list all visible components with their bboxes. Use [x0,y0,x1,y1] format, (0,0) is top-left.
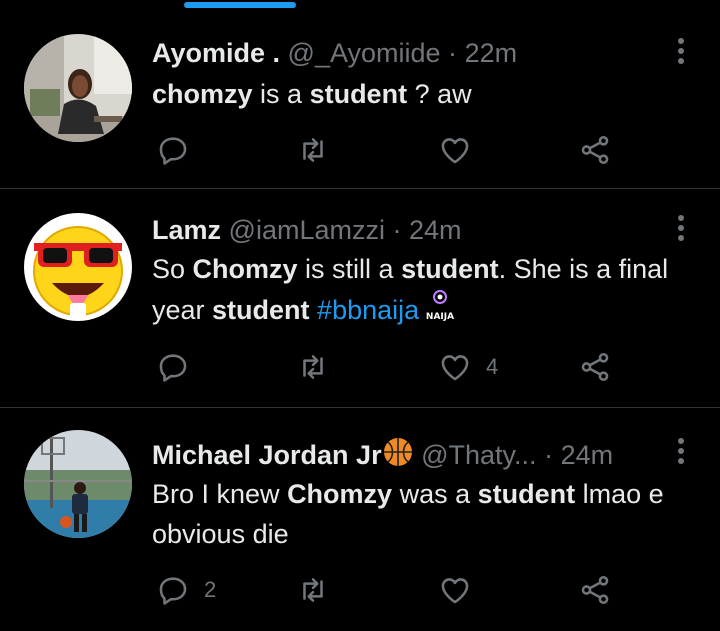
tweet-text: So Chomzy is still a student. She is a f… [152,249,697,330]
hashtag-link[interactable]: #bbnaija [317,295,419,325]
reply-button[interactable]: 2 [156,570,216,610]
like-button[interactable] [438,130,486,170]
retweet-button[interactable] [296,347,330,387]
tweet-actions: 4 [152,347,622,387]
reply-button[interactable] [156,347,204,387]
share-icon [581,575,609,605]
user-handle[interactable]: @Thaty... [421,440,536,470]
avatar[interactable] [24,213,132,321]
reply-icon [159,354,187,382]
separator-dot: · [448,38,458,68]
retweet-icon [303,578,323,602]
share-button[interactable] [578,347,612,387]
share-button[interactable] [578,130,612,170]
tweet-header: Ayomide . @_Ayomiide · 22m [152,36,517,70]
bold-word: student [212,295,310,325]
bold-word: student [401,254,499,284]
tweet-text: Bro I knew Chomzy was a student lmao e o… [152,474,697,554]
share-icon [581,352,609,382]
text-run: Bro I knew [152,479,288,509]
tweet-card[interactable]: Ayomide . @_Ayomiide · 22m chomzy is a s… [0,12,720,188]
timestamp[interactable]: 22m [465,38,518,68]
tweet-header: Lamz @iamLamzzi · 24m [152,213,462,247]
display-name[interactable]: Ayomide . [152,38,280,68]
reply-icon [159,137,187,165]
user-handle[interactable]: @iamLamzzi [229,215,385,245]
text-run [310,295,318,325]
separator-dot: · [392,215,402,245]
retweet-button[interactable] [296,130,330,170]
tweet-card[interactable]: Michael Jordan Jr @Thaty... · 24m Bro I … [0,408,720,631]
user-handle[interactable]: @_Ayomiide [288,38,441,68]
retweet-button[interactable] [296,570,330,610]
bold-word: Chomzy [287,479,393,509]
tweet-actions: 2 [152,570,622,610]
display-name[interactable]: Michael Jordan Jr [152,440,382,470]
tweet-header: Michael Jordan Jr @Thaty... · 24m [152,436,613,472]
reply-count: 2 [204,577,217,602]
text-run: So [152,254,193,284]
like-button[interactable] [438,570,486,610]
basketball-icon [382,436,414,468]
like-count: 4 [486,354,499,379]
more-options-icon[interactable] [678,438,686,466]
tweet-card[interactable]: Lamz @iamLamzzi · 24m So Chomzy is still… [0,189,720,407]
avatar[interactable] [24,430,132,538]
more-options-icon[interactable] [678,215,686,243]
heart-icon [441,138,469,164]
reply-icon [159,577,187,605]
timestamp[interactable]: 24m [561,440,614,470]
emblem-text: NAIJA [426,312,454,322]
text-run: is a [252,79,310,109]
retweet-icon [303,355,323,379]
share-button[interactable] [578,570,612,610]
separator-dot: · [544,440,554,470]
more-options-icon[interactable] [678,38,686,66]
share-icon [581,135,609,165]
bold-word: student [477,479,576,509]
bold-word: chomzy [152,79,253,109]
text-run: is still a [297,254,402,284]
text-run: ? aw [407,79,472,109]
bbnaija-emblem-icon: NAIJA [423,289,457,323]
reply-button[interactable] [156,130,204,170]
tab-indicator [184,2,296,8]
timestamp[interactable]: 24m [409,215,462,245]
display-name[interactable]: Lamz [152,215,221,245]
avatar[interactable] [24,34,132,142]
text-run: was a [392,479,478,509]
heart-icon [441,355,469,381]
tweet-text: chomzy is a student ? aw [152,74,697,114]
bold-word: Chomzy [192,254,298,284]
retweet-icon [303,138,323,162]
bold-word: student [309,79,408,109]
heart-icon [441,578,469,604]
like-button[interactable]: 4 [438,347,498,387]
tweet-actions [152,130,622,170]
